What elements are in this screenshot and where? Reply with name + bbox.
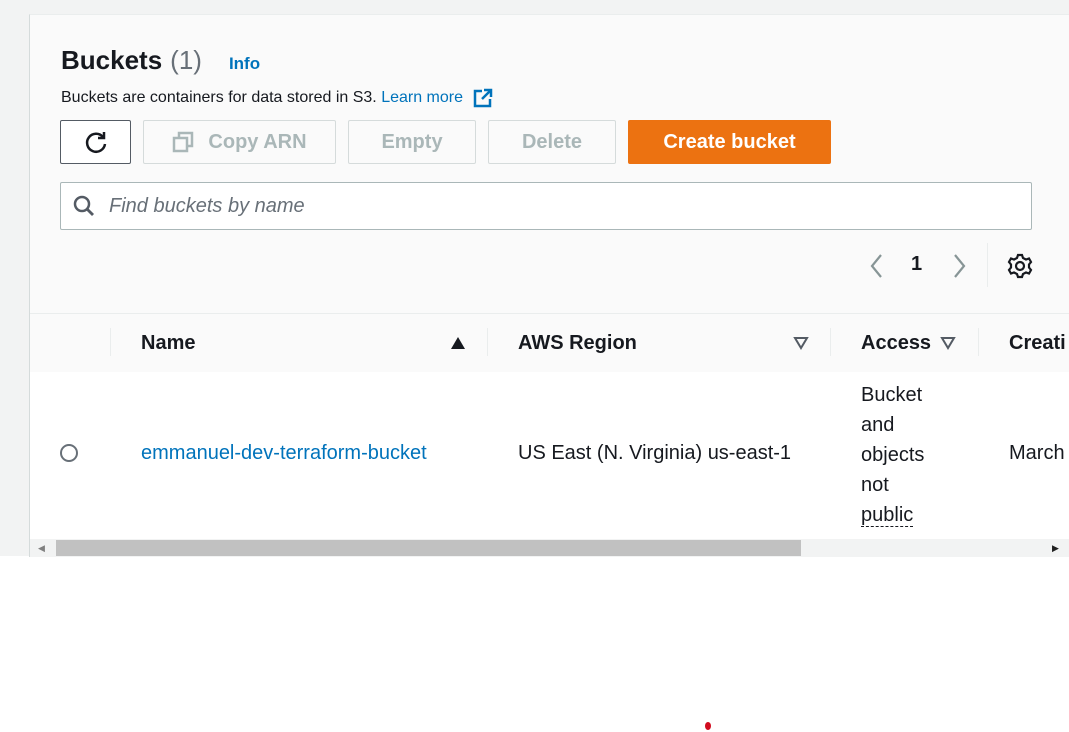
bucket-count: (1) <box>170 45 202 75</box>
empty-button[interactable]: Empty <box>348 120 476 164</box>
pager-divider <box>987 243 988 287</box>
delete-button[interactable]: Delete <box>488 120 616 164</box>
column-separator <box>110 328 111 356</box>
column-separator <box>830 328 831 356</box>
delete-label: Delete <box>521 130 583 153</box>
create-bucket-label: Create bucket <box>663 130 796 153</box>
row-select-radio[interactable] <box>60 444 78 462</box>
access-text-line[interactable]: public <box>861 504 914 527</box>
column-label: AWS Region <box>518 331 637 354</box>
column-label: Name <box>141 331 196 354</box>
access-text-line: not <box>861 474 889 496</box>
search-input[interactable] <box>107 193 1011 219</box>
buckets-panel: Buckets (1) Info Buckets are containers … <box>29 14 1069 557</box>
horizontal-scrollbar[interactable]: ◀ ▶ <box>30 539 1069 557</box>
access-text-line: objects <box>861 444 925 466</box>
create-bucket-button[interactable]: Create bucket <box>628 120 831 164</box>
page-title: Buckets <box>61 45 163 75</box>
column-header-name[interactable]: Name <box>141 314 195 372</box>
column-separator <box>487 328 488 356</box>
column-header-creation-date[interactable]: Creati <box>1009 314 1066 372</box>
previous-page-icon[interactable] <box>868 252 886 280</box>
page-number[interactable]: 1 <box>911 253 922 276</box>
cursor-dot <box>705 722 711 730</box>
scrollbar-thumb[interactable] <box>56 540 801 556</box>
next-page-icon[interactable] <box>950 252 968 280</box>
search-icon <box>73 195 94 216</box>
column-header-region[interactable]: AWS Region <box>518 314 637 372</box>
gear-icon[interactable] <box>1006 252 1034 280</box>
column-separator <box>978 328 979 356</box>
sort-down-icon[interactable] <box>940 336 956 350</box>
access-text-line: and <box>861 414 895 436</box>
bucket-name-link[interactable]: emmanuel-dev-terraform-bucket <box>141 442 427 465</box>
column-label: Creati <box>1009 331 1066 354</box>
copy-icon <box>173 131 194 153</box>
table-body: emmanuel-dev-terraform-bucket US East (N… <box>30 372 1069 540</box>
external-link-icon[interactable] <box>472 87 494 109</box>
panel-header: Buckets (1) Info <box>61 45 260 76</box>
refresh-icon <box>85 132 106 153</box>
table-header: Name AWS Region Access Creati <box>30 313 1069 373</box>
refresh-button[interactable] <box>60 120 131 164</box>
column-label: Access <box>861 331 932 354</box>
bucket-access: Bucket and objects not public <box>861 380 961 530</box>
scroll-left-arrow-icon[interactable]: ◀ <box>38 543 45 554</box>
sort-ascending-icon[interactable] <box>450 336 466 350</box>
copy-arn-label: Copy ARN <box>208 130 307 153</box>
access-text-line: Bucket <box>861 384 923 406</box>
bucket-region: US East (N. Virginia) us-east-1 <box>518 442 792 464</box>
copy-arn-button[interactable]: Copy ARN <box>143 120 336 164</box>
scroll-right-arrow-icon[interactable]: ▶ <box>1052 543 1059 554</box>
sort-down-icon[interactable] <box>793 336 809 350</box>
column-header-access[interactable]: Access <box>861 314 931 372</box>
search-box[interactable] <box>60 182 1032 230</box>
bucket-creation-date: March <box>1009 442 1065 464</box>
empty-label: Empty <box>381 130 443 153</box>
info-link[interactable]: Info <box>229 54 260 74</box>
panel-description: Buckets are containers for data stored i… <box>61 87 494 109</box>
learn-more-link[interactable]: Learn more <box>381 89 463 106</box>
description-text: Buckets are containers for data stored i… <box>61 89 377 107</box>
